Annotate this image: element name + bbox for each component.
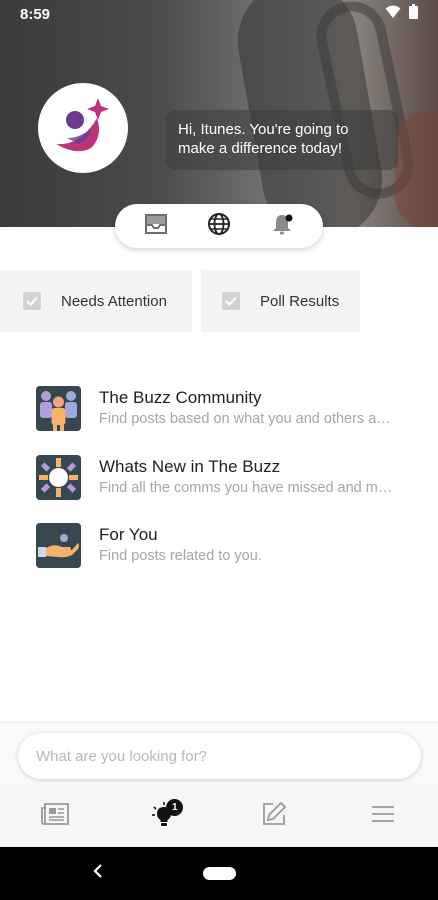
status-time: 8:59 — [20, 5, 51, 23]
hand-icon — [36, 523, 81, 568]
search-bar — [0, 723, 438, 785]
community-icon — [36, 386, 81, 431]
battery-icon — [409, 4, 418, 24]
system-nav-bar — [0, 847, 438, 900]
chevron-left-icon — [93, 863, 103, 883]
list-item-buzz-community[interactable]: The Buzz Community Find posts based on w… — [36, 386, 406, 436]
inbox-icon — [144, 213, 168, 240]
avatar[interactable] — [38, 83, 128, 173]
list-item-subtitle: Find posts based on what you and others … — [99, 411, 394, 427]
notification-badge: 1 — [166, 799, 184, 816]
search-input[interactable] — [18, 733, 421, 779]
list-item-for-you[interactable]: For You Find posts related to you. — [36, 523, 406, 573]
filter-needs-attention[interactable]: Needs Attention — [0, 270, 192, 332]
globe-button[interactable] — [199, 206, 239, 246]
globe-icon — [207, 212, 231, 241]
buzz-logo-icon — [51, 94, 115, 163]
checkbox-icon[interactable] — [222, 292, 240, 310]
newspaper-icon — [40, 802, 69, 830]
list-item-subtitle: Find all the comms you have missed and m… — [99, 480, 394, 496]
back-button[interactable] — [86, 861, 110, 885]
hero-backdrop-shape — [395, 110, 438, 227]
filter-label: Poll Results — [260, 292, 340, 310]
list-item-title: For You — [99, 525, 158, 544]
tab-news[interactable] — [25, 791, 85, 841]
home-pill-button[interactable] — [203, 867, 236, 880]
tab-compose[interactable] — [244, 791, 304, 841]
notifications-button[interactable] — [262, 206, 302, 246]
tab-ideas[interactable]: 1 — [134, 791, 194, 841]
menu-icon — [371, 805, 395, 828]
header-segment-bar — [115, 204, 323, 248]
status-bar: 8:59 — [0, 0, 438, 28]
greeting-text: Hi, Itunes. You're going to make a diffe… — [166, 110, 398, 170]
list-item-subtitle: Find posts related to you. — [99, 548, 262, 564]
list-item-whats-new[interactable]: Whats New in The Buzz Find all the comms… — [36, 455, 406, 505]
bell-icon — [270, 212, 294, 241]
checkbox-icon[interactable] — [23, 292, 41, 310]
bottom-tab-bar: 1 — [0, 785, 438, 847]
filter-label: Needs Attention — [61, 292, 167, 310]
inbox-button[interactable] — [136, 206, 176, 246]
filter-poll-results[interactable]: Poll Results — [201, 270, 360, 332]
list-item-title: Whats New in The Buzz — [99, 457, 281, 476]
list-item-title: The Buzz Community — [99, 388, 262, 407]
edit-icon — [261, 801, 287, 832]
tab-menu[interactable] — [353, 791, 413, 841]
sun-icon — [36, 455, 81, 500]
wifi-icon — [385, 5, 401, 24]
